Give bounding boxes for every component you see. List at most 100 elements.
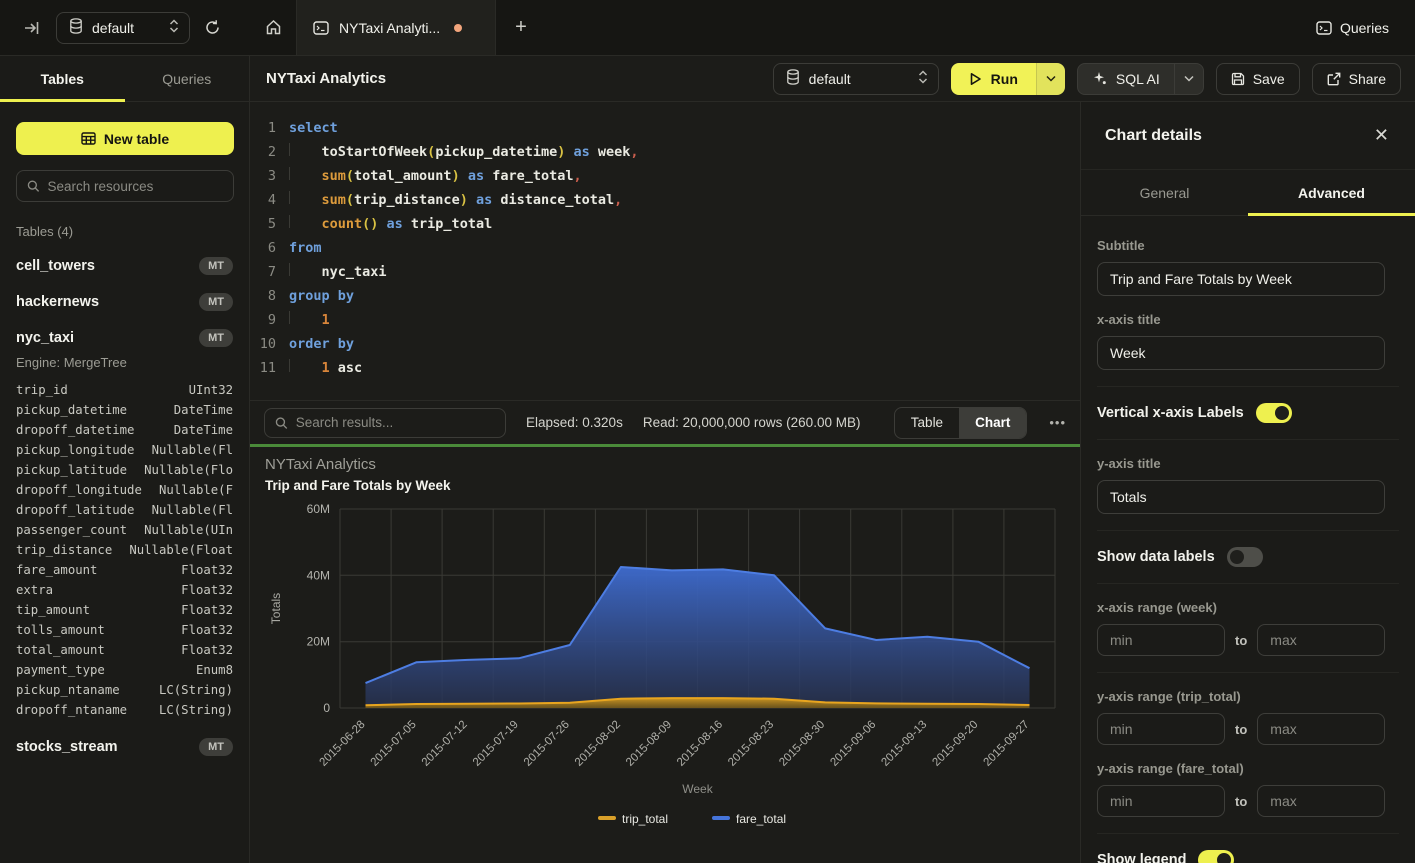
x-axis-title-input[interactable] — [1097, 336, 1385, 370]
new-tab-button[interactable]: + — [496, 0, 546, 55]
code-line[interactable]: 1select — [250, 116, 1080, 140]
close-icon[interactable]: ✕ — [1374, 125, 1389, 146]
svg-text:Week: Week — [682, 782, 713, 796]
new-table-button[interactable]: New table — [16, 122, 234, 155]
home-tab[interactable] — [250, 0, 296, 55]
y-range-trip-max-input[interactable] — [1257, 713, 1385, 745]
svg-text:2015-08-02: 2015-08-02 — [573, 719, 623, 769]
code-line[interactable]: 6from — [250, 236, 1080, 260]
svg-text:2015-06-28: 2015-06-28 — [318, 719, 368, 769]
table-name: stocks_stream — [16, 739, 118, 755]
toggle-knob — [1217, 853, 1231, 863]
column-name: tip_amount — [16, 600, 90, 620]
code-line[interactable]: 7nyc_taxi — [250, 260, 1080, 284]
code-line[interactable]: 3sum(total_amount) as fare_total, — [250, 164, 1080, 188]
sidebar-search-input[interactable] — [48, 179, 223, 194]
code-text: count() as trip_total — [289, 212, 492, 236]
view-toggle-table[interactable]: Table — [895, 408, 959, 438]
sparkle-icon — [1092, 71, 1107, 86]
code-text: 1 asc — [289, 356, 362, 380]
divider — [1097, 530, 1399, 531]
table-list: cell_towersMThackernewsMTnyc_taxiMTEngin… — [16, 257, 233, 756]
vertical-labels-row: Vertical x-axis Labels — [1097, 403, 1399, 423]
sidebar-search[interactable] — [16, 170, 234, 202]
collapse-sidebar-icon[interactable] — [24, 20, 40, 36]
line-number: 10 — [250, 332, 276, 356]
run-button[interactable]: Run — [951, 63, 1036, 95]
y-range-trip-min-input[interactable] — [1097, 713, 1225, 745]
column-type: LC(String) — [159, 700, 233, 720]
content: NYTaxi Analytics default Run — [250, 56, 1415, 863]
indent-guide — [289, 191, 322, 205]
code-text: 1 — [289, 308, 330, 332]
code-line[interactable]: 5count() as trip_total — [250, 212, 1080, 236]
view-toggle-chart[interactable]: Chart — [959, 408, 1026, 438]
y-range-fare-min-input[interactable] — [1097, 785, 1225, 817]
code-line[interactable]: 111 asc — [250, 356, 1080, 380]
details-body: Subtitle x-axis title Vertical x-axis La… — [1081, 216, 1415, 863]
code-line[interactable]: 91 — [250, 308, 1080, 332]
to-label: to — [1235, 633, 1247, 648]
code-line[interactable]: 8group by — [250, 284, 1080, 308]
column-row: pickup_datetimeDateTime — [16, 400, 233, 420]
y-range-fare-max-input[interactable] — [1257, 785, 1385, 817]
new-table-label: New table — [104, 131, 169, 147]
table-list-item[interactable]: stocks_streamMT — [16, 738, 233, 756]
queries-button[interactable]: Queries — [1340, 20, 1389, 36]
show-legend-toggle[interactable] — [1198, 850, 1234, 863]
tab-advanced[interactable]: Advanced — [1248, 170, 1415, 215]
x-range-min-input[interactable] — [1097, 624, 1225, 656]
code-line[interactable]: 10order by — [250, 332, 1080, 356]
tab-nytaxi-analytics[interactable]: NYTaxi Analyti... — [296, 0, 496, 55]
vertical-labels-toggle[interactable] — [1256, 403, 1292, 423]
table-list-item[interactable]: nyc_taxiMT — [16, 329, 233, 347]
svg-text:60M: 60M — [307, 502, 330, 516]
sql-editor[interactable]: 1select2toStartOfWeek(pickup_datetime) a… — [250, 102, 1080, 400]
to-label: to — [1235, 794, 1247, 809]
y-axis-title-input[interactable] — [1097, 480, 1385, 514]
refresh-icon[interactable] — [204, 19, 221, 36]
indent-guide — [289, 359, 322, 373]
sidebar-tab-tables[interactable]: Tables — [0, 56, 125, 101]
query-database-selector[interactable]: default — [773, 63, 939, 95]
table-name: cell_towers — [16, 258, 95, 274]
divider — [1097, 386, 1399, 387]
x-range-row: to — [1097, 624, 1399, 656]
chart-title: NYTaxi Analytics — [250, 456, 1080, 473]
sidebar-tab-queries[interactable]: Queries — [125, 56, 250, 101]
toolbar-actions: default Run — [773, 63, 1401, 95]
table-list-item[interactable]: hackernewsMT — [16, 293, 233, 311]
tab-strip: NYTaxi Analyti... + — [250, 0, 1316, 55]
save-button[interactable]: Save — [1216, 63, 1300, 95]
column-row: tip_amountFloat32 — [16, 600, 233, 620]
indent-guide — [289, 215, 322, 229]
line-number: 9 — [250, 308, 276, 332]
toggle-knob — [1275, 406, 1289, 420]
share-button[interactable]: Share — [1312, 63, 1401, 95]
x-range-max-input[interactable] — [1257, 624, 1385, 656]
tables-section-header: Tables (4) — [16, 224, 233, 239]
area-chart[interactable]: 020M40M60M 2015-06-282015-07-052015-07-1… — [250, 497, 1080, 840]
run-options-chevron[interactable] — [1036, 63, 1065, 95]
line-number: 7 — [250, 260, 276, 284]
indent-guide — [289, 263, 322, 277]
subtitle-input[interactable] — [1097, 262, 1385, 296]
column-type: Float32 — [181, 640, 233, 660]
results-search-input[interactable] — [296, 415, 495, 430]
column-type: Enum8 — [196, 660, 233, 680]
sql-ai-chevron[interactable] — [1174, 64, 1203, 94]
view-toggle: TableChart — [894, 407, 1028, 439]
column-list: trip_idUInt32pickup_datetimeDateTimedrop… — [16, 380, 233, 720]
code-line[interactable]: 4sum(trip_distance) as distance_total, — [250, 188, 1080, 212]
read-stat: Read: 20,000,000 rows (260.00 MB) — [643, 415, 861, 430]
results-search[interactable] — [264, 408, 506, 438]
more-options-icon[interactable]: ••• — [1049, 415, 1066, 430]
sql-ai-button[interactable]: SQL AI — [1078, 64, 1174, 94]
query-title: NYTaxi Analytics — [266, 70, 386, 87]
column-type: Float32 — [181, 560, 233, 580]
show-data-labels-toggle[interactable] — [1227, 547, 1263, 567]
tab-general[interactable]: General — [1081, 170, 1248, 215]
database-selector[interactable]: default — [56, 12, 190, 44]
code-line[interactable]: 2toStartOfWeek(pickup_datetime) as week, — [250, 140, 1080, 164]
table-list-item[interactable]: cell_towersMT — [16, 257, 233, 275]
